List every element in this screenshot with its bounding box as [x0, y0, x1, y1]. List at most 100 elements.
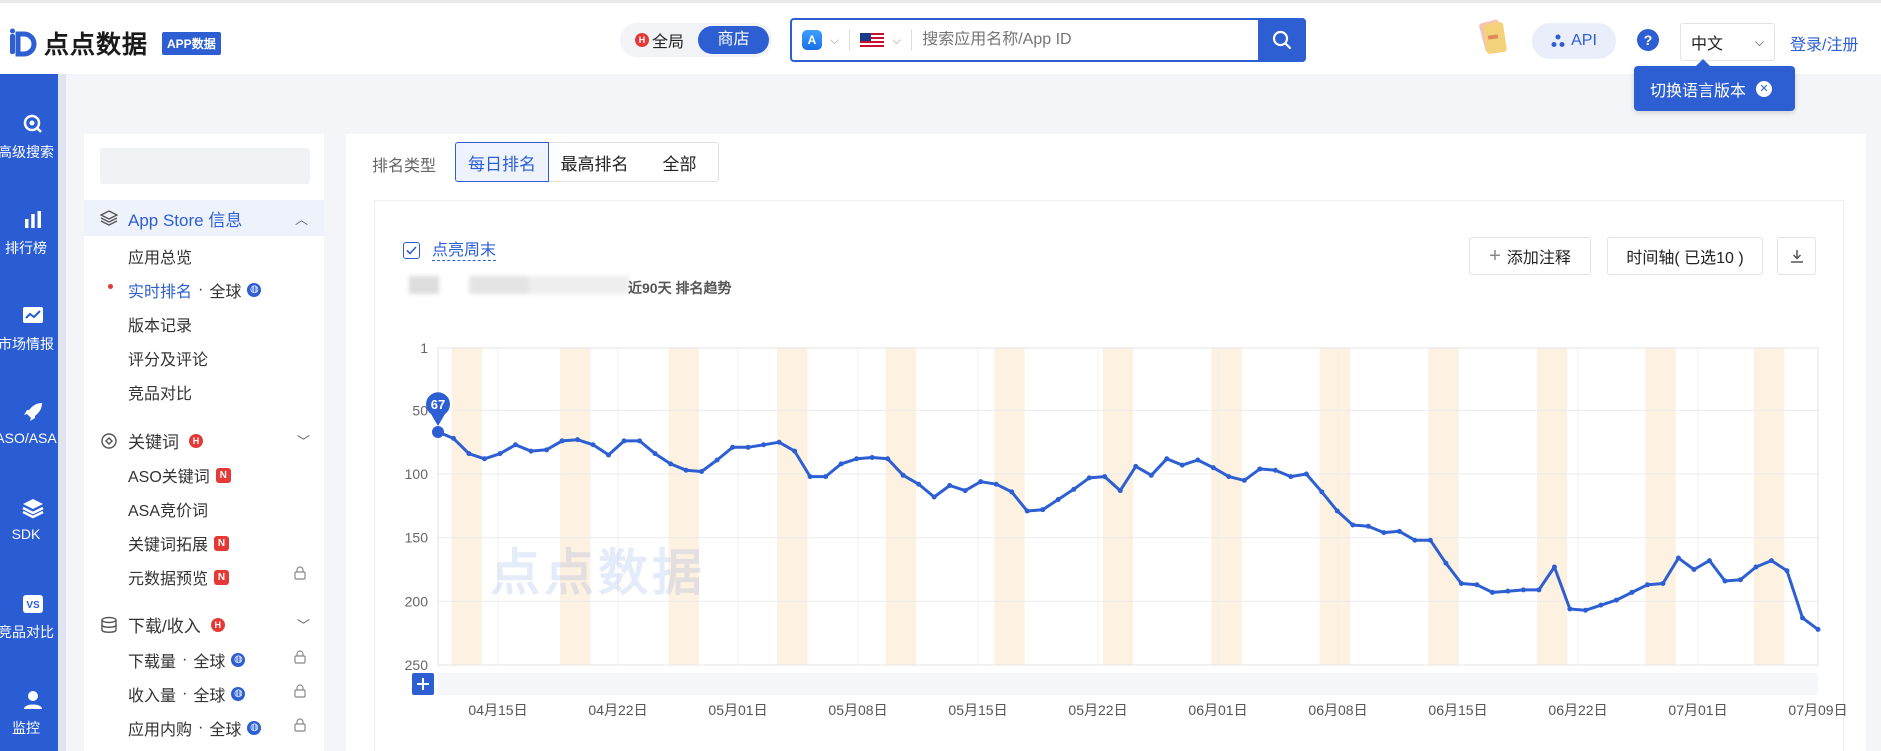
data-point: [544, 447, 550, 453]
logo-text: 点点数据: [44, 31, 149, 59]
help-icon[interactable]: ?: [1637, 29, 1659, 51]
download-icon: [1790, 250, 1803, 263]
chevron-down-icon: ⌵: [892, 32, 902, 47]
data-point: [931, 494, 937, 500]
data-point: [1102, 474, 1108, 480]
data-point: [745, 444, 751, 450]
country-selector[interactable]: ⌵: [850, 32, 911, 48]
data-point: [885, 456, 891, 462]
x-tick-label: 05月08日: [828, 702, 887, 718]
data-point: [1210, 465, 1216, 471]
data-point: [1195, 457, 1201, 463]
data-point: [621, 438, 627, 444]
menu-group-label: 关键词: [128, 433, 179, 452]
language-select[interactable]: 中文 ⌵: [1680, 23, 1775, 61]
x-tick-label: 06月15日: [1428, 702, 1487, 718]
data-point: [1443, 560, 1449, 566]
x-tick-label: 04月15日: [468, 702, 527, 718]
nav-item-compare[interactable]: VS 竞品对比: [0, 592, 66, 642]
menu-item-label: 关键词拓展: [128, 537, 209, 554]
tab-daily-rank[interactable]: 每日排名: [455, 142, 549, 182]
watermark-text: 点点数据: [490, 545, 706, 601]
menu-item-competitor[interactable]: 竞品对比: [128, 380, 192, 404]
weekend-checkbox[interactable]: [403, 242, 420, 259]
menu-item-label: 版本记录: [128, 318, 193, 335]
store-selector[interactable]: A ⌵: [792, 30, 849, 50]
menu-item-iap[interactable]: 应用内购 · 全球 ◍: [128, 716, 262, 740]
language-tooltip: 切换语言版本 ✕: [1634, 59, 1795, 111]
download-button[interactable]: [1777, 237, 1816, 275]
vs-icon: VS: [21, 592, 45, 616]
menu-item-label: 应用内购: [128, 722, 193, 739]
tab-top-rank[interactable]: 最高排名: [548, 142, 642, 182]
data-point: [1009, 489, 1015, 495]
scope-global-option[interactable]: H 全局: [623, 28, 698, 52]
data-point: [962, 488, 968, 494]
menu-item-realtime-rank[interactable]: 实时排名 · 全球 ◍: [108, 278, 262, 302]
data-point: [1427, 537, 1433, 543]
weekend-band: [668, 348, 699, 665]
menu-item-downloads[interactable]: 下载量 · 全球 ◍: [128, 648, 246, 672]
menu-item-label: 实时排名: [128, 284, 193, 301]
data-point: [1412, 537, 1418, 543]
nav-label: 高级搜索: [0, 144, 54, 160]
data-point: [1241, 477, 1247, 483]
nav-item-ranking[interactable]: 排行榜: [0, 208, 66, 258]
nav-item-monitor[interactable]: 监控: [0, 688, 66, 738]
menu-group-keyword[interactable]: 关键词 H ﹀: [100, 428, 310, 453]
data-point: [1303, 471, 1309, 477]
language-tooltip-text: 切换语言版本: [1650, 82, 1747, 100]
market-icon: [21, 304, 45, 328]
nav-label: 竞品对比: [0, 624, 54, 640]
weekend-label[interactable]: 点亮周末: [432, 242, 497, 261]
data-point: [1133, 463, 1139, 469]
region-label: 全球: [193, 654, 226, 671]
nav-item-aso-asa[interactable]: ASO/ASA: [0, 400, 66, 446]
hot-badge: H: [635, 33, 649, 47]
data-point: [1660, 581, 1666, 587]
api-button[interactable]: API: [1532, 23, 1616, 59]
menu-item-keyword-expand[interactable]: 关键词拓展 N: [128, 531, 230, 555]
timeline-button[interactable]: 时间轴( 已选10 ): [1607, 237, 1763, 275]
menu-item-revenue[interactable]: 收入量 · 全球 ◍: [128, 682, 246, 706]
menu-item-aso-keyword[interactable]: ASO关键词 N: [128, 463, 231, 487]
weekend-band: [885, 348, 917, 665]
rank-trend-chart[interactable]: 15010015020025004月15日 04月22日 05月01日 05月08日 0…: [400, 320, 1860, 730]
user-monitor-icon: [21, 688, 45, 712]
data-point: [1737, 577, 1743, 583]
new-badge: N: [214, 535, 230, 551]
data-point: [869, 454, 875, 460]
menu-item-label: ASO关键词: [128, 469, 210, 486]
close-icon[interactable]: ✕: [1756, 80, 1773, 97]
nav-item-market[interactable]: 市场情报: [0, 304, 66, 354]
menu-group-download[interactable]: 下载/收入 H ﹀: [100, 612, 310, 637]
menu-item-overview[interactable]: 应用总览: [128, 244, 192, 268]
data-point: [1381, 530, 1387, 536]
y-tick-label: 200: [405, 593, 429, 609]
app-store-icon: A: [802, 30, 822, 50]
data-point: [1055, 496, 1061, 502]
data-point: [1334, 508, 1340, 514]
menu-item-metadata-preview[interactable]: 元数据预览 N: [128, 565, 230, 589]
tab-all[interactable]: 全部: [641, 142, 719, 182]
x-tick-label: 05月22日: [1068, 702, 1127, 718]
menu-group-label: App Store 信息: [128, 210, 243, 230]
logo[interactable]: 点点数据 APP数据: [8, 25, 221, 61]
search-button[interactable]: [1258, 18, 1306, 62]
menu-item-version[interactable]: 版本记录: [128, 312, 192, 336]
add-note-button[interactable]: + 添加注释: [1469, 237, 1591, 275]
data-point: [807, 474, 813, 480]
menu-group-appstore[interactable]: App Store 信息 ︿: [84, 200, 324, 236]
login-register-link[interactable]: 登录/注册: [1790, 31, 1858, 55]
search-input[interactable]: [912, 31, 1258, 49]
x-tick-label: 06月01日: [1188, 702, 1247, 718]
nav-item-advanced-search[interactable]: 高级搜索: [0, 112, 66, 162]
scope-store-option[interactable]: 商店: [698, 26, 769, 54]
nav-item-sdk[interactable]: SDK: [0, 496, 66, 542]
data-point: [1505, 588, 1511, 594]
gift-card-icon[interactable]: [1478, 19, 1508, 55]
menu-item-ratings[interactable]: 评分及评论: [128, 346, 208, 370]
menu-item-asa-bid[interactable]: ASA竞价词: [128, 497, 208, 521]
chevron-down-icon: ⌵: [1754, 34, 1764, 49]
lock-icon: [294, 566, 306, 580]
